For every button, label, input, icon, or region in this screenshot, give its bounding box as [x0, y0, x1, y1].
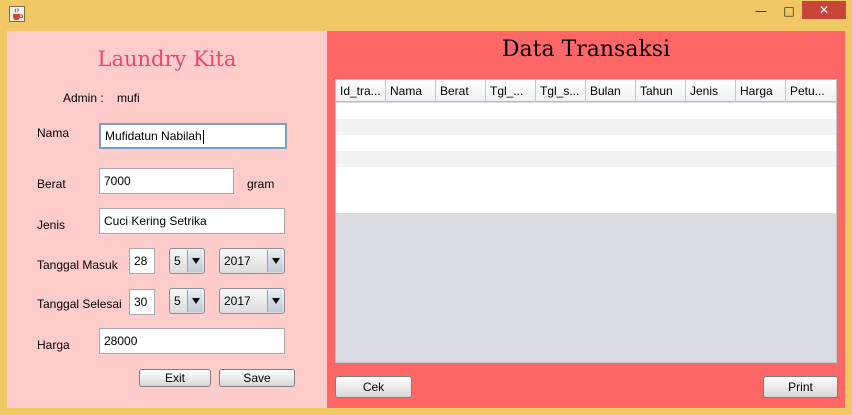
selesai-month-select[interactable]: 5 — [169, 288, 205, 314]
exit-button[interactable]: Exit — [139, 369, 211, 387]
table-row[interactable] — [336, 103, 836, 119]
chevron-down-icon — [267, 290, 283, 312]
harga-label: Harga — [37, 338, 70, 352]
chevron-down-icon — [267, 250, 283, 272]
tanggal-selesai-label: Tanggal Selesai — [37, 297, 122, 311]
column-header-tgl-masuk[interactable]: Tgl_... — [486, 80, 536, 102]
column-header-harga[interactable]: Harga — [736, 80, 786, 102]
nama-label: Nama — [37, 126, 70, 140]
text-caret — [202, 129, 204, 144]
column-header-berat[interactable]: Berat — [436, 80, 486, 102]
jenis-label: Jenis — [37, 218, 66, 232]
selesai-day-input[interactable]: 30 — [129, 289, 155, 315]
data-panel: Data Transaksi Id_tra... Nama Berat Tgl_… — [327, 31, 845, 408]
java-cup-icon — [9, 6, 25, 22]
nama-value: Mufidatun Nabilah — [105, 129, 202, 143]
masuk-year-value: 2017 — [224, 254, 251, 268]
berat-label: Berat — [37, 177, 66, 191]
transaction-table[interactable]: Id_tra... Nama Berat Tgl_... Tgl_s... Bu… — [335, 79, 837, 363]
save-button[interactable]: Save — [219, 369, 295, 387]
nama-input[interactable]: Mufidatun Nabilah — [99, 123, 287, 149]
table-row[interactable] — [336, 167, 836, 213]
masuk-month-select[interactable]: 5 — [169, 248, 205, 274]
masuk-day-input[interactable]: 28 — [129, 248, 155, 274]
app-title: Laundry Kita — [97, 47, 237, 71]
close-button[interactable]: ✕ — [802, 1, 846, 19]
column-header-nama[interactable]: Nama — [386, 80, 436, 102]
masuk-month-value: 5 — [174, 254, 181, 268]
admin-label: Admin : — [63, 91, 104, 105]
column-header-tgl-selesai[interactable]: Tgl_s... — [536, 80, 586, 102]
table-header: Id_tra... Nama Berat Tgl_... Tgl_s... Bu… — [336, 80, 836, 102]
table-row[interactable] — [336, 119, 836, 135]
data-title: Data Transaksi — [501, 37, 671, 62]
column-header-id[interactable]: Id_tra... — [336, 80, 386, 102]
berat-unit-label: gram — [247, 177, 275, 191]
table-row[interactable] — [336, 135, 836, 151]
cek-button[interactable]: Cek — [335, 376, 412, 398]
column-header-petugas[interactable]: Petu... — [786, 80, 836, 102]
selesai-month-value: 5 — [174, 294, 181, 308]
tanggal-masuk-label: Tanggal Masuk — [37, 258, 118, 272]
harga-input[interactable]: 28000 — [99, 328, 285, 354]
admin-username: mufi — [117, 91, 140, 105]
table-row[interactable] — [336, 151, 836, 167]
chevron-down-icon — [187, 250, 203, 272]
chevron-down-icon — [187, 290, 203, 312]
selesai-year-select[interactable]: 2017 — [219, 288, 285, 314]
column-header-bulan[interactable]: Bulan — [586, 80, 636, 102]
selesai-year-value: 2017 — [224, 294, 251, 308]
form-panel: Laundry Kita Admin : mufi Nama Mufidatun… — [7, 31, 327, 408]
print-button[interactable]: Print — [763, 376, 838, 398]
jenis-input[interactable]: Cuci Kering Setrika — [99, 208, 285, 234]
maximize-button[interactable]: □ — [778, 4, 800, 18]
window-titlebar: — □ ✕ — [0, 0, 852, 30]
column-header-tahun[interactable]: Tahun — [636, 80, 686, 102]
berat-input[interactable]: 7000 — [99, 168, 234, 194]
minimize-button[interactable]: — — [750, 4, 772, 18]
masuk-year-select[interactable]: 2017 — [219, 248, 285, 274]
column-header-jenis[interactable]: Jenis — [686, 80, 736, 102]
